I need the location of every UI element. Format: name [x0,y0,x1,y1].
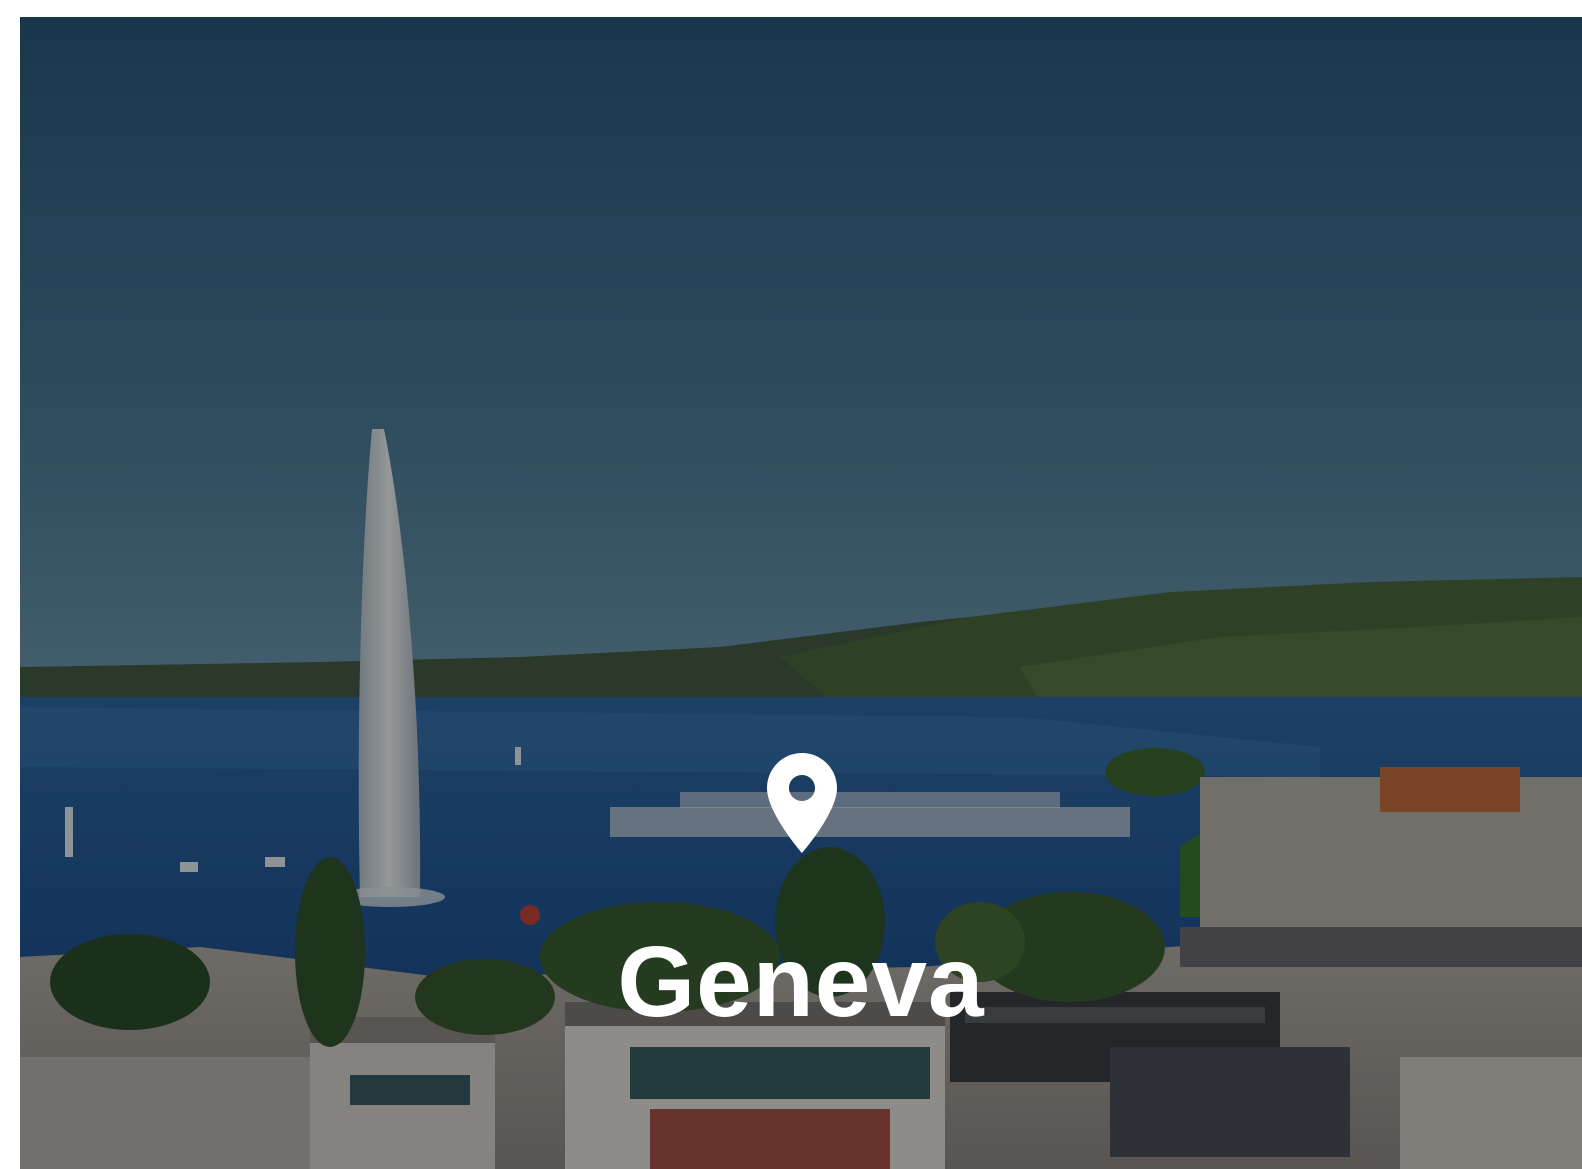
city-name: Geneva [617,926,985,1038]
destination-card-geneva[interactable]: Geneva [20,17,1582,1169]
map-pin-icon [767,753,837,853]
